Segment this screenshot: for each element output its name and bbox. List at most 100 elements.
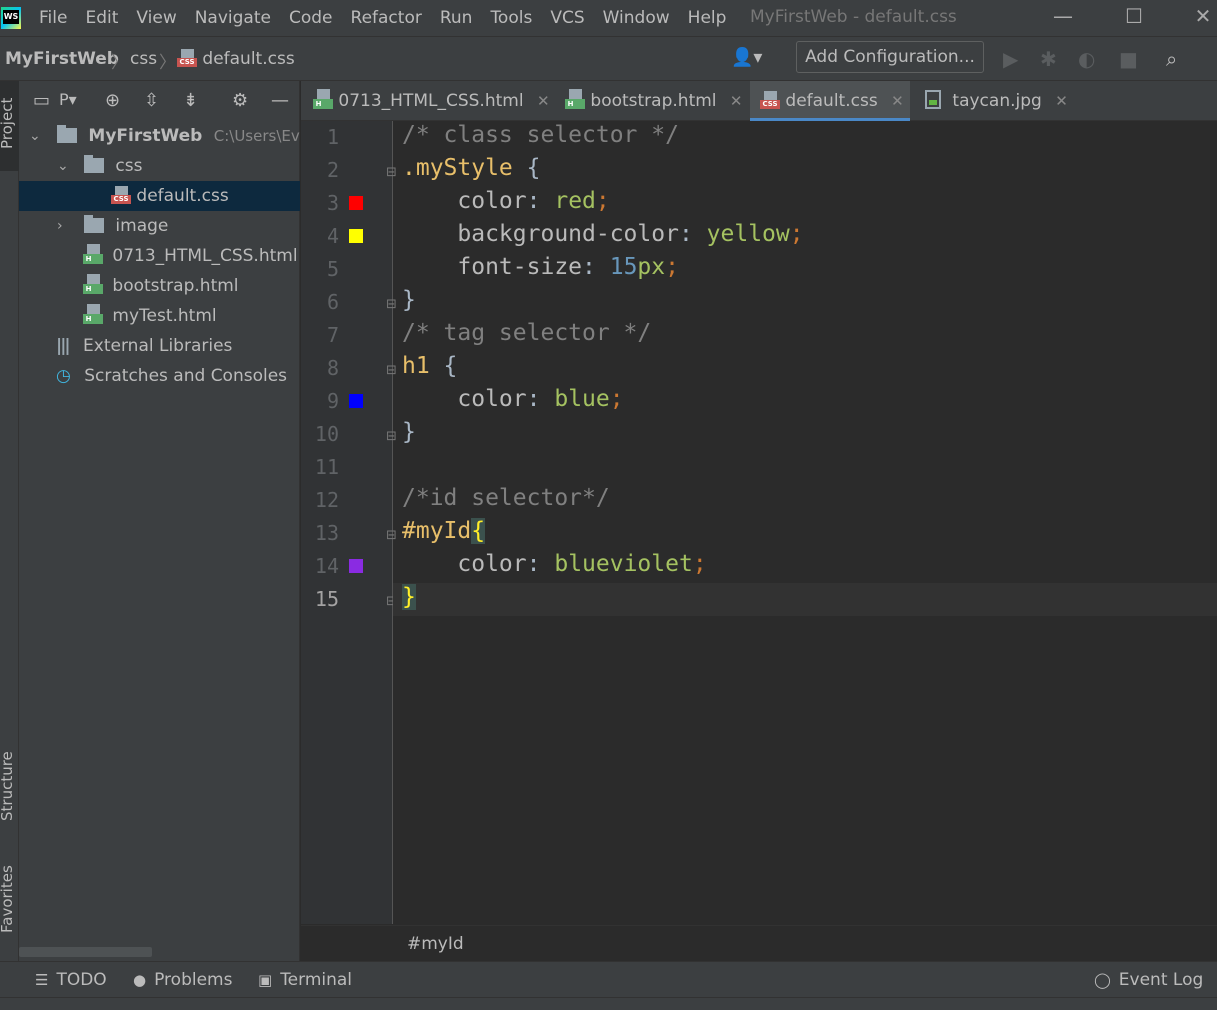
event-log-tool-button[interactable]: ◯ Event Log <box>1094 970 1203 990</box>
breadcrumb-css-folder[interactable]: css <box>130 49 157 69</box>
tab-0713-html-css[interactable]: H 0713_HTML_CSS.html ✕ <box>313 81 557 121</box>
event-log-icon: ◯ <box>1094 971 1111 989</box>
tree-scratches[interactable]: ◷ Scratches and Consoles <box>19 361 300 391</box>
horizontal-scrollbar[interactable] <box>19 947 152 957</box>
favorites-tool-button[interactable]: Favorites <box>0 865 16 933</box>
menu-refactor[interactable]: Refactor <box>351 8 422 28</box>
problems-tool-button[interactable]: ● Problems <box>133 970 232 990</box>
html-file-icon: H <box>83 244 103 264</box>
menu-code[interactable]: Code <box>289 8 333 28</box>
tree-folder-css-label: css <box>115 156 143 176</box>
breadcrumb-project[interactable]: MyFirstWeb <box>5 49 119 69</box>
css-unit: px <box>637 254 666 280</box>
fold-collapse-icon[interactable]: ⊟ <box>386 528 397 543</box>
css-colon: : <box>678 221 707 247</box>
navigation-bar: MyFirstWeb 〉 css 〉 CSS default.css 👤▾ Ad… <box>0 36 1217 81</box>
run-icon[interactable]: ▶ <box>1003 47 1018 71</box>
menu-help[interactable]: Help <box>688 8 727 28</box>
line-number: 14 <box>314 554 339 578</box>
close-tab-icon[interactable]: ✕ <box>1055 92 1068 110</box>
editor-breadcrumb[interactable]: #myId <box>407 934 464 954</box>
tree-file-html[interactable]: H myTest.html <box>19 301 300 331</box>
css-semicolon: ; <box>665 254 679 280</box>
add-configuration-button[interactable]: Add Configuration... <box>796 41 984 73</box>
tree-folder-css[interactable]: ⌄ css <box>19 151 300 181</box>
tab-bootstrap-html[interactable]: H bootstrap.html ✕ <box>565 81 745 121</box>
terminal-tool-button[interactable]: ▣ Terminal <box>258 970 352 990</box>
css-brace: } <box>402 287 416 313</box>
color-swatch-red[interactable] <box>349 196 363 210</box>
todo-tool-button[interactable]: ☰ TODO <box>35 970 107 990</box>
fold-collapse-icon[interactable]: ⊟ <box>386 165 397 180</box>
close-tab-icon[interactable]: ✕ <box>730 92 743 110</box>
structure-tool-button[interactable]: Structure <box>0 751 16 821</box>
breadcrumb-separator-icon: 〉 <box>159 53 176 73</box>
close-tab-icon[interactable]: ✕ <box>891 92 904 110</box>
css-colon: : <box>582 254 610 280</box>
breadcrumb-file[interactable]: CSS default.css <box>177 49 295 69</box>
close-window-button[interactable]: ✕ <box>1188 4 1217 28</box>
project-view-icon[interactable]: ▭ <box>33 90 50 111</box>
fold-collapse-icon[interactable]: ⊟ <box>386 363 397 378</box>
html-file-icon: H <box>313 89 333 109</box>
line-number: 10 <box>314 422 339 446</box>
fold-end-icon[interactable]: ⊟ <box>386 297 397 312</box>
css-file-icon: CSS <box>760 91 780 109</box>
line-number: 5 <box>326 257 339 281</box>
stop-icon[interactable]: ■ <box>1119 47 1138 71</box>
search-icon[interactable]: ⌕ <box>1166 47 1177 71</box>
tree-folder-image-label: image <box>115 216 169 236</box>
css-semicolon: ; <box>609 386 624 412</box>
minimize-button[interactable]: — <box>1048 4 1078 28</box>
menu-edit[interactable]: Edit <box>85 8 118 28</box>
hide-panel-icon[interactable]: — <box>271 90 289 111</box>
menu-navigate[interactable]: Navigate <box>195 8 271 28</box>
menu-file[interactable]: File <box>39 8 67 28</box>
menu-run[interactable]: Run <box>440 8 473 28</box>
tree-folder-image[interactable]: › image <box>19 211 300 241</box>
css-value: red <box>554 188 596 214</box>
menu-tools[interactable]: Tools <box>490 8 532 28</box>
project-tool-button[interactable]: Project <box>0 98 16 149</box>
coverage-icon[interactable]: ◐ <box>1078 47 1095 71</box>
tree-file-html[interactable]: H bootstrap.html <box>19 271 300 301</box>
tree-external-libraries[interactable]: ||| External Libraries <box>19 331 300 361</box>
folder-icon <box>84 155 104 173</box>
css-semicolon: ; <box>789 221 804 247</box>
folder-icon <box>84 215 104 233</box>
project-view-selector[interactable]: P▾ <box>59 90 77 109</box>
menu-vcs[interactable]: VCS <box>550 8 584 28</box>
collapse-all-icon[interactable]: ⇟ <box>183 90 198 111</box>
close-tab-icon[interactable]: ✕ <box>537 92 550 110</box>
color-swatch-blueviolet[interactable] <box>349 559 363 573</box>
maximize-button[interactable]: ☐ <box>1119 4 1149 28</box>
css-property: color <box>457 386 527 412</box>
project-panel: ▭ P▾ ⊕ ⇳ ⇟ ⚙ — ⌄ MyFirstWeb C:\Users\Ev … <box>19 81 300 961</box>
settings-gear-icon[interactable]: ⚙ <box>232 90 248 111</box>
status-bar <box>0 997 1217 1010</box>
css-colon: : <box>526 386 555 412</box>
menu-view[interactable]: View <box>136 8 176 28</box>
user-account-icon[interactable]: 👤▾ <box>731 47 762 68</box>
expand-all-icon[interactable]: ⇳ <box>144 90 159 111</box>
tree-file-html[interactable]: H 0713_HTML_CSS.html <box>19 241 300 271</box>
left-tool-stripe: Project Structure Favorites <box>0 81 19 961</box>
css-semicolon: ; <box>692 551 707 577</box>
code-line-5: font-size: 15px; <box>402 254 679 280</box>
code-line-8: h1 { <box>402 353 457 379</box>
debug-icon[interactable]: ✱ <box>1040 47 1057 71</box>
menu-window[interactable]: Window <box>603 8 670 28</box>
tab-default-css[interactable]: CSS default.css ✕ <box>750 81 910 121</box>
editor-breadcrumb-bar: #myId <box>301 925 1217 961</box>
tab-label: default.css <box>785 91 878 111</box>
tree-root-myfirstweb[interactable]: ⌄ MyFirstWeb C:\Users\Ev <box>19 121 300 151</box>
tree-file-default-css[interactable]: CSS default.css <box>19 181 300 211</box>
code-editor[interactable]: 1 2 3 4 5 6 7 8 9 10 11 12 13 14 15 ⊟ ⊟ … <box>301 121 1217 924</box>
locate-file-icon[interactable]: ⊕ <box>105 90 120 111</box>
tab-taycan-jpg[interactable]: taycan.jpg ✕ <box>925 81 1075 121</box>
code-line-6: } <box>402 287 416 313</box>
color-swatch-blue[interactable] <box>349 394 363 408</box>
color-swatch-yellow[interactable] <box>349 229 363 243</box>
breadcrumb-file-label: default.css <box>202 49 295 69</box>
fold-end-icon[interactable]: ⊟ <box>386 429 397 444</box>
